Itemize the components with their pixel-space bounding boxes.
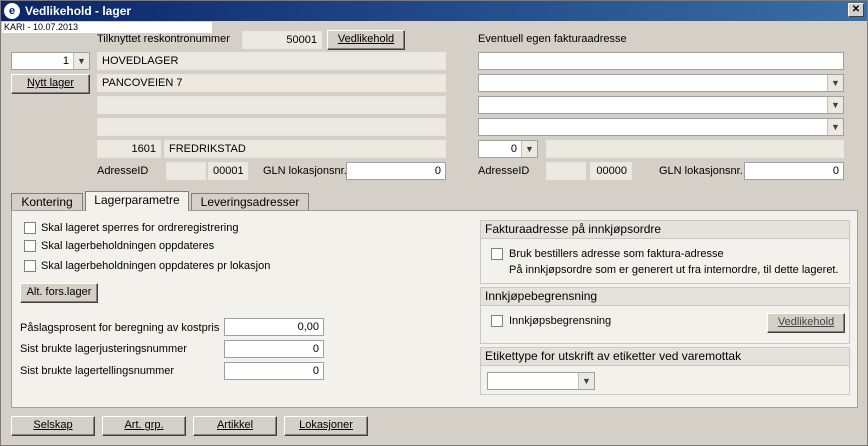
innkjop-vedlikehold-button[interactable]: Vedlikehold <box>767 313 845 333</box>
justering-label: Sist brukte lagerjusteringsnummer <box>20 343 187 355</box>
faktura-gln-label: GLN lokasjonsnr. <box>659 165 743 177</box>
lager-select[interactable]: 1 ▼ <box>11 52 90 70</box>
address2-field[interactable] <box>97 96 446 114</box>
faktura-note: På innkjøpsordre som er generert ut fra … <box>509 264 839 276</box>
tab-lagerparametre[interactable]: Lagerparametre <box>85 191 189 211</box>
sperres-label: Skal lageret sperres for ordreregistreri… <box>41 222 239 234</box>
gln-field[interactable]: 0 <box>346 162 446 180</box>
faktura-gln-field[interactable]: 0 <box>744 162 844 180</box>
innkjop-group: Innkjøpebegrensning Innkjøpsbegrensning … <box>480 287 850 344</box>
innkjop-group-title: Innkjøpebegrensning <box>481 288 849 306</box>
faktura-country-select[interactable]: 0 ▼ <box>478 140 538 158</box>
poststed-field[interactable]: FREDRIKSTAD <box>164 140 446 158</box>
faktura-country-value: 0 <box>510 143 517 155</box>
lokasjon-checkbox[interactable] <box>24 260 36 272</box>
window-title: Vedlikehold - lager <box>25 4 132 18</box>
main-window: e Vedlikehold - lager ✕ KARI - 10.07.201… <box>0 0 868 446</box>
oppdateres-label: Skal lagerbeholdningen oppdateres <box>41 240 215 252</box>
reskontro-label: Tilknyttet reskontronummer <box>97 33 230 45</box>
etikett-select[interactable]: ▼ <box>487 372 595 390</box>
faktura-adresse-id-label: AdresseID <box>478 165 530 177</box>
adresse-id-field: 00001 <box>208 162 248 180</box>
alt-fors-lager-button[interactable]: Alt. fors.lager <box>20 283 98 303</box>
lager-select-value: 1 <box>62 55 69 67</box>
chevron-down-icon[interactable]: ▼ <box>578 373 594 389</box>
bestiller-adresse-checkbox[interactable] <box>491 248 503 260</box>
faktura-poststed-field[interactable] <box>546 140 844 158</box>
name-field[interactable]: HOVEDLAGER <box>97 52 446 70</box>
reskontro-field: 50001 <box>242 31 322 49</box>
oppdateres-checkbox[interactable] <box>24 240 36 252</box>
etikett-group: Etikettype for utskrift av etiketter ved… <box>480 347 850 395</box>
paslag-label: Påslagsprosent for beregning av kostpris <box>20 322 220 334</box>
title-bar[interactable]: e Vedlikehold - lager ✕ <box>1 1 867 21</box>
faktura-address1-select[interactable]: ▼ <box>478 74 844 92</box>
chevron-down-icon[interactable]: ▼ <box>827 119 843 135</box>
postnr-field[interactable]: 1601 <box>97 140 161 158</box>
app-logo-icon: e <box>4 3 20 19</box>
faktura-address2-select[interactable]: ▼ <box>478 96 844 114</box>
artikkel-button[interactable]: Artikkel <box>193 416 277 436</box>
tab-leveringsadresser[interactable]: Leveringsadresser <box>191 193 309 211</box>
innkjopsbegrensning-checkbox[interactable] <box>491 315 503 327</box>
adresse-id-label: AdresseID <box>97 165 149 177</box>
chevron-down-icon[interactable]: ▼ <box>521 141 537 157</box>
faktura-group-title: Fakturaadresse på innkjøpsordre <box>481 221 849 239</box>
faktura-address-title: Eventuell egen fakturaadresse <box>478 33 627 45</box>
bestiller-adresse-label: Bruk bestillers adresse som faktura-adre… <box>509 248 724 260</box>
address1-field[interactable]: PANCOVEIEN 7 <box>97 74 446 92</box>
chevron-down-icon[interactable]: ▼ <box>827 97 843 113</box>
close-icon[interactable]: ✕ <box>848 3 864 17</box>
faktura-adresse-id-field: 00000 <box>590 162 632 180</box>
innkjopsbegrensning-label: Innkjøpsbegrensning <box>509 315 612 327</box>
paslag-field[interactable]: 0,00 <box>224 318 324 336</box>
vedlikehold-button[interactable]: Vedlikehold <box>327 30 405 50</box>
lokasjoner-button[interactable]: Lokasjoner <box>284 416 368 436</box>
art-grp-button[interactable]: Art. grp. <box>102 416 186 436</box>
user-date-label: KARI - 10.07.2013 <box>2 22 212 33</box>
selskap-button[interactable]: Selskap <box>11 416 95 436</box>
faktura-name-field[interactable] <box>478 52 844 70</box>
etikett-group-title: Etikettype for utskrift av etiketter ved… <box>481 348 849 366</box>
faktura-group: Fakturaadresse på innkjøpsordre Bruk bes… <box>480 220 850 284</box>
justering-field[interactable]: 0 <box>224 340 324 358</box>
adresse-id-prefix <box>166 162 206 180</box>
tab-kontering[interactable]: Kontering <box>11 193 83 211</box>
lokasjon-label: Skal lagerbeholdningen oppdateres pr lok… <box>41 260 271 272</box>
faktura-adresse-id-prefix <box>546 162 586 180</box>
chevron-down-icon[interactable]: ▼ <box>827 75 843 91</box>
telling-label: Sist brukte lagertellingsnummer <box>20 365 175 377</box>
chevron-down-icon[interactable]: ▼ <box>73 53 89 69</box>
sperres-checkbox[interactable] <box>24 222 36 234</box>
faktura-address3-select[interactable]: ▼ <box>478 118 844 136</box>
gln-label: GLN lokasjonsnr. <box>263 165 347 177</box>
new-lager-button[interactable]: Nytt lager <box>11 74 90 94</box>
telling-field[interactable]: 0 <box>224 362 324 380</box>
lagerparametre-panel: Skal lageret sperres for ordreregistreri… <box>11 210 858 408</box>
address3-field[interactable] <box>97 118 446 136</box>
